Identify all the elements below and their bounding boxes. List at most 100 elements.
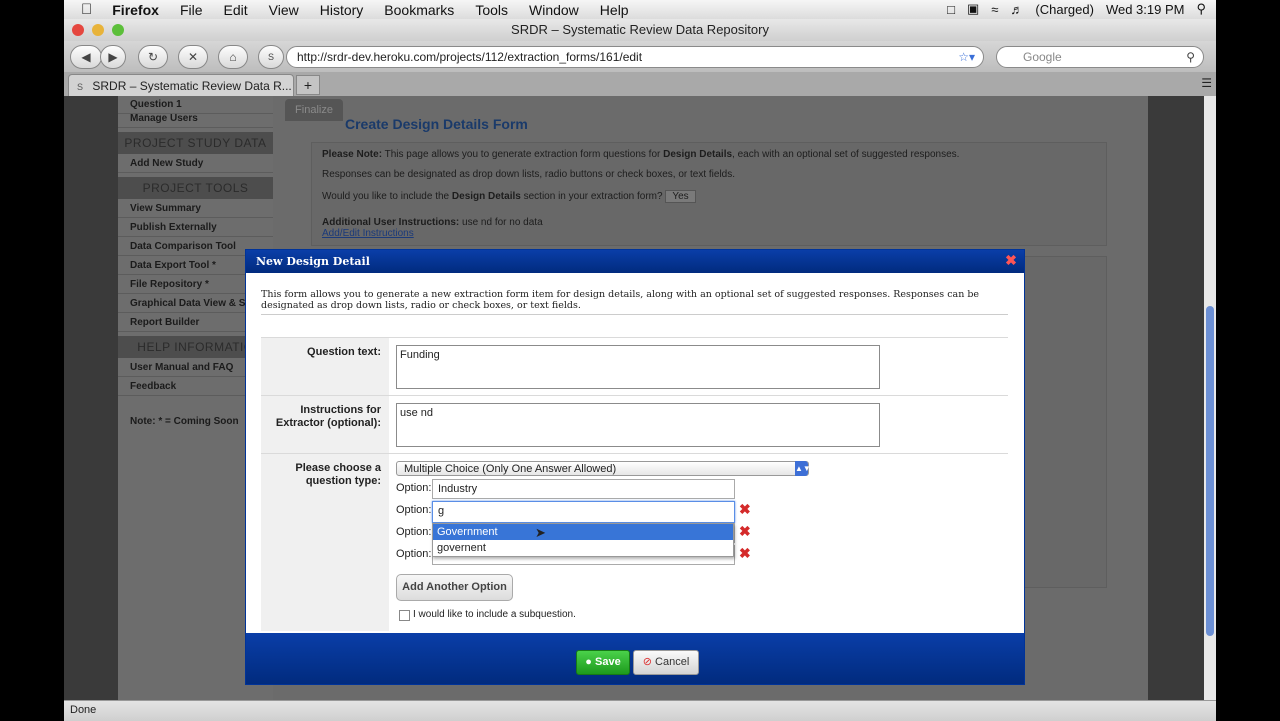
autocomplete-item[interactable]: Government (433, 524, 733, 540)
question-textarea[interactable]: Funding (396, 345, 880, 389)
search-placeholder: Google (1023, 50, 1062, 64)
question-row: Question text: Funding (261, 337, 1008, 395)
user-instructions-value: use nd for no data (462, 217, 543, 228)
url-bar[interactable]: http://srdr-dev.heroku.com/projects/112/… (286, 46, 984, 68)
status-bar: Done (64, 700, 1216, 721)
divider (261, 314, 1008, 315)
sidebar-item-view-summary[interactable]: View Summary (118, 200, 273, 218)
tab-finalize[interactable]: Finalize (285, 99, 343, 121)
tab-label: SRDR – Systematic Review Data R... (92, 79, 292, 93)
include-question: Would you like to include the Design Det… (322, 190, 696, 203)
zoom-window-icon[interactable] (112, 24, 124, 36)
save-label: Save (595, 656, 621, 668)
cancel-icon: ⊘ (642, 656, 652, 668)
menu-bookmarks[interactable]: Bookmarks (384, 2, 454, 18)
forward-button[interactable]: ▶ (100, 45, 126, 69)
add-option-button[interactable]: Add Another Option (396, 574, 513, 601)
volume-icon[interactable]: ♬ (1010, 2, 1023, 17)
browser-toolbar: ◀ ▶ ↻ ✕ ⌂ S http://srdr-dev.heroku.com/p… (64, 41, 1216, 72)
clock[interactable]: Wed 3:19 PM (1106, 2, 1185, 17)
menu-tools[interactable]: Tools (475, 2, 508, 18)
edit-instructions-link[interactable]: Add/Edit Instructions (322, 228, 414, 239)
tab-list-icon[interactable]: ☰ (1201, 76, 1212, 90)
menu-edit[interactable]: Edit (224, 2, 248, 18)
modal-header: New Design Detail ✖ (246, 250, 1024, 273)
option-input-1[interactable]: Industry (432, 479, 735, 499)
info-note-text-a: This page allows you to generate extract… (384, 149, 661, 160)
sidebar-item-manage-users[interactable]: Manage Users (118, 110, 273, 128)
back-button[interactable]: ◀ (70, 45, 102, 69)
sidebar-item-add-study[interactable]: Add New Study (118, 155, 273, 173)
window-titlebar: SRDR – Systematic Review Data Repository (64, 19, 1216, 41)
sidebar-item-publish[interactable]: Publish Externally (118, 219, 273, 237)
close-icon[interactable]: ✖ (1004, 254, 1018, 268)
instructions-row: Instructions for Extractor (optional): u… (261, 395, 1008, 453)
page-scrollbar[interactable] (1204, 96, 1216, 700)
question-type-select[interactable]: Multiple Choice (Only One Answer Allowed… (396, 461, 811, 476)
info-note-bold: Design Details (663, 149, 733, 160)
stop-button[interactable]: ✕ (178, 45, 208, 69)
menu-file[interactable]: File (180, 2, 203, 18)
info-responses: Responses can be designated as drop down… (322, 169, 736, 180)
bookmark-star-icon[interactable]: ☆▾ (958, 47, 975, 67)
remove-option-icon[interactable]: ✖ (739, 501, 751, 518)
menu-firefox[interactable]: Firefox (112, 2, 159, 18)
mac-menubar:  Firefox File Edit View History Bookmar… (64, 0, 1216, 20)
autocomplete-item[interactable]: governent (433, 540, 733, 556)
camera-icon[interactable]: ▣ (967, 1, 979, 17)
save-button[interactable]: ● Save (576, 650, 630, 675)
info-note: Please Note: This page allows you to gen… (322, 149, 959, 160)
menu-history[interactable]: History (320, 2, 364, 18)
new-design-detail-modal: New Design Detail ✖ This form allows you… (245, 249, 1025, 685)
question-label: Question text: (261, 338, 389, 395)
info-box: Please Note: This page allows you to gen… (311, 142, 1107, 246)
new-tab-button[interactable]: + (296, 75, 320, 95)
select-arrow-icon: ▲▼ (795, 461, 811, 476)
close-window-icon[interactable] (72, 24, 84, 36)
battery-status[interactable]: (Charged) (1035, 2, 1094, 17)
search-icon[interactable]: ⚲ (1186, 47, 1195, 67)
tab-bar: S SRDR – Systematic Review Data R... + ☰ (64, 72, 1216, 97)
subquestion-label: I would like to include a subquestion. (413, 609, 576, 620)
instructions-label: Instructions for Extractor (optional): (261, 396, 389, 453)
remove-option-icon[interactable]: ✖ (739, 545, 751, 562)
scrollbar-thumb[interactable] (1206, 306, 1214, 636)
modal-description: This form allows you to generate a new e… (261, 289, 980, 311)
favicon-icon: S (77, 82, 84, 92)
cancel-label: Cancel (655, 656, 690, 668)
menu-help[interactable]: Help (600, 2, 629, 18)
info-note-text-b: , each with an optional set of suggested… (732, 149, 960, 160)
user-instructions: Additional User Instructions: use nd for… (322, 217, 543, 228)
question-type-label: Please choose a question type: (261, 454, 389, 631)
page-title: Create Design Details Form (345, 116, 528, 132)
menu-window[interactable]: Window (529, 2, 579, 18)
instructions-textarea[interactable]: use nd (396, 403, 880, 447)
tab-srdr[interactable]: S SRDR – Systematic Review Data R... (68, 74, 294, 97)
cancel-button[interactable]: ⊘ Cancel (633, 650, 699, 675)
dropbox-icon[interactable]: □ (947, 2, 955, 17)
include-question-a: Would you like to include the (322, 191, 450, 202)
minimize-window-icon[interactable] (92, 24, 104, 36)
modal-footer: ● Save ⊘ Cancel (246, 633, 1024, 684)
apple-icon[interactable]:  (81, 1, 92, 18)
sidebar-heading-study: PROJECT STUDY DATA (118, 132, 273, 154)
modal-title: New Design Detail (256, 255, 370, 268)
site-identity-icon[interactable]: S (258, 45, 284, 69)
option-input-2[interactable]: g (432, 501, 735, 523)
mouse-cursor-icon: ➤ (535, 525, 546, 540)
url-text: http://srdr-dev.heroku.com/projects/112/… (297, 50, 643, 64)
menu-view[interactable]: View (269, 2, 299, 18)
wifi-icon[interactable]: ≈ (991, 2, 998, 17)
status-text: Done (70, 704, 97, 716)
info-note-label: Please Note: (322, 149, 383, 160)
reload-button[interactable]: ↻ (138, 45, 168, 69)
home-button[interactable]: ⌂ (218, 45, 248, 69)
remove-option-icon[interactable]: ✖ (739, 523, 751, 540)
option-label-1: Option: (396, 482, 432, 494)
include-select[interactable]: Yes (665, 190, 696, 203)
option-label-4: Option: (396, 548, 432, 560)
subquestion-checkbox[interactable] (399, 610, 410, 621)
search-input[interactable]: Google ⚲ (996, 46, 1204, 68)
include-question-bold: Design Details (451, 191, 521, 202)
spotlight-icon[interactable]: ⚲ (1196, 1, 1206, 17)
